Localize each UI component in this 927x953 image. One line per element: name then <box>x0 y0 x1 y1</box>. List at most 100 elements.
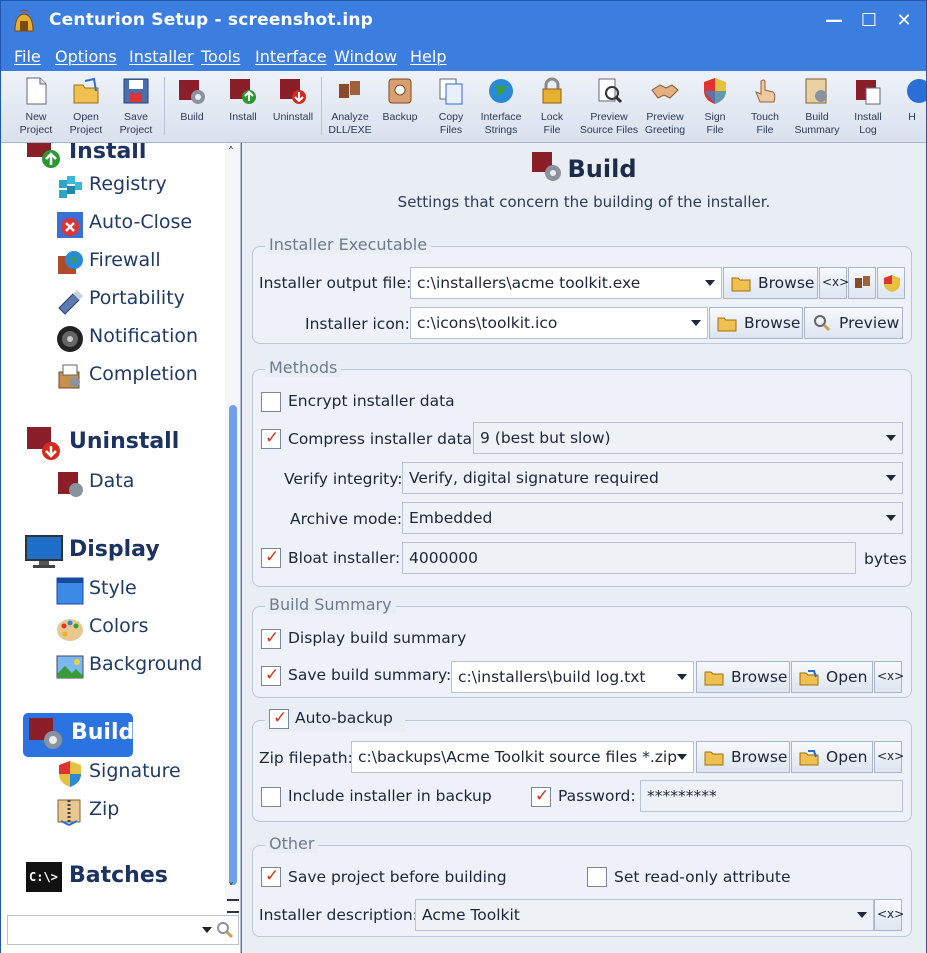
chevron-down-icon[interactable] <box>886 475 896 481</box>
auto-backup-checkbox[interactable]: ✓ <box>269 708 289 729</box>
group-installer-executable: Installer Executable Installer output fi… <box>252 235 912 344</box>
toolbar-uninstall[interactable]: Uninstall <box>267 74 319 140</box>
menu-installer[interactable]: Installer <box>129 47 194 66</box>
toolbar-backup[interactable]: Backup <box>374 74 426 140</box>
toolbar-preview-source[interactable]: Preview Source Files <box>578 74 640 140</box>
output-variable-button[interactable]: <x> <box>819 267 849 299</box>
compress-checkbox[interactable]: ✓ <box>261 428 281 449</box>
combo-value: Embedded <box>409 509 493 527</box>
search-icon[interactable] <box>216 921 234 939</box>
toolbar-build-summary[interactable]: Build Summary <box>791 74 843 140</box>
save-project-checkbox[interactable]: ✓ <box>261 866 281 887</box>
save-summary-checkbox[interactable]: ✓ <box>261 665 281 686</box>
maximize-button[interactable]: ☐ <box>854 7 884 37</box>
menu-options[interactable]: Options <box>55 47 117 66</box>
description-label: Installer description: <box>259 906 418 924</box>
password-input[interactable]: ********* <box>640 780 903 812</box>
folder-icon <box>704 751 724 766</box>
chevron-down-icon[interactable] <box>886 515 896 521</box>
toolbar-sign-file[interactable]: Sign File <box>689 74 741 140</box>
sidebar-head-label: Batches <box>69 863 168 888</box>
zip-browse-button[interactable]: Browse <box>696 741 790 773</box>
zip-variable-button[interactable]: <x> <box>874 741 904 773</box>
folder-icon <box>717 317 737 332</box>
toolbar-open-project[interactable]: Open Project <box>60 74 112 140</box>
summary-browse-button[interactable]: Browse <box>696 661 790 693</box>
include-installer-checkbox[interactable] <box>261 787 281 807</box>
icon-preview-button[interactable]: Preview <box>804 307 903 339</box>
menu-file[interactable]: File <box>14 47 41 66</box>
chevron-down-icon[interactable] <box>202 927 212 933</box>
open-folder-icon <box>799 750 819 766</box>
summary-open-button[interactable]: Open <box>791 661 873 693</box>
description-combo[interactable]: Acme Toolkit <box>415 899 874 931</box>
password-checkbox[interactable]: ✓ <box>531 786 551 807</box>
combo-value: c:\installers\build log.txt <box>458 668 646 686</box>
summary-path-combo[interactable]: c:\installers\build log.txt <box>451 661 694 693</box>
save-project-label: Save project before building <box>288 868 507 886</box>
summary-variable-button[interactable]: <x> <box>874 661 904 693</box>
toolbar-preview-greeting[interactable]: Preview Greeting <box>639 74 691 140</box>
data-icon <box>58 472 83 497</box>
scroll-down-icon[interactable]: ˅ <box>228 881 234 895</box>
toolbar: New Project Open Project Save Project Bu… <box>1 71 926 143</box>
bloat-label: Bloat installer: <box>288 549 401 567</box>
menu-interface[interactable]: Interface <box>255 47 327 66</box>
icon-browse-button[interactable]: Browse <box>709 307 803 339</box>
toolbar-copy-files[interactable]: Copy Files <box>425 74 477 140</box>
compression-level-combo[interactable]: 9 (best but slow) <box>473 422 903 454</box>
zip-filepath-combo[interactable]: c:\backups\Acme Toolkit source files *.z… <box>351 741 694 773</box>
sidebar-scrollbar[interactable]: ˄ ˅ <box>225 143 240 913</box>
toolbar-install[interactable]: Install <box>217 74 269 140</box>
checkmark-icon: ✓ <box>535 786 550 806</box>
splitter-grip-icon[interactable] <box>227 899 239 913</box>
toolbar-new-project[interactable]: New Project <box>10 74 62 140</box>
output-browse-button[interactable]: Browse <box>723 267 818 299</box>
toolbar-lock-file[interactable]: Lock File <box>526 74 578 140</box>
checkmark-icon: ✓ <box>265 866 280 886</box>
build-icon <box>532 152 562 181</box>
chevron-down-icon[interactable] <box>886 435 896 441</box>
minimize-button[interactable]: — <box>819 7 849 37</box>
toolbar-save-project[interactable]: Save Project <box>110 74 162 140</box>
combo-value: c:\backups\Acme Toolkit source files *.z… <box>358 748 678 766</box>
display-summary-checkbox[interactable]: ✓ <box>261 628 281 649</box>
bloat-input[interactable]: 4000000 <box>402 542 856 574</box>
readonly-checkbox[interactable] <box>587 867 607 887</box>
preview-source-icon <box>598 78 623 104</box>
scroll-up-icon[interactable]: ˄ <box>228 145 234 159</box>
verify-combo[interactable]: Verify, digital signature required <box>402 462 903 494</box>
sidebar-search-box[interactable] <box>7 915 239 945</box>
output-sign-button[interactable] <box>877 267 905 299</box>
chevron-down-icon[interactable] <box>857 912 867 918</box>
menu-help[interactable]: Help <box>410 47 446 66</box>
toolbar-help[interactable]: H <box>897 74 926 140</box>
touch-icon <box>755 79 776 103</box>
toolbar-install-log[interactable]: Install Log <box>842 74 894 140</box>
menu-window[interactable]: Window <box>334 47 397 66</box>
bytes-label: bytes <box>864 550 907 568</box>
zip-open-button[interactable]: Open <box>791 741 873 773</box>
scrollbar-thumb[interactable] <box>229 405 237 885</box>
bloat-checkbox[interactable]: ✓ <box>261 547 281 568</box>
chevron-down-icon[interactable] <box>677 674 687 680</box>
chevron-down-icon[interactable] <box>691 320 701 326</box>
menu-tools[interactable]: Tools <box>201 47 240 66</box>
checkmark-icon: ✓ <box>265 428 280 448</box>
chevron-down-icon[interactable] <box>705 280 715 286</box>
output-file-combo[interactable]: c:\installers\acme toolkit.exe <box>410 267 722 299</box>
archive-mode-combo[interactable]: Embedded <box>402 502 903 534</box>
toolbar-build[interactable]: Build <box>166 74 218 140</box>
sidebar-item-label: Signature <box>89 760 181 782</box>
output-analyze-button[interactable] <box>848 267 876 299</box>
chevron-down-icon[interactable] <box>677 754 687 760</box>
toolbar-analyze[interactable]: Analyze DLL/EXE <box>324 74 376 140</box>
toolbar-touch-file[interactable]: Touch File <box>739 74 791 140</box>
installer-icon-combo[interactable]: c:\icons\toolkit.ico <box>410 307 708 339</box>
toolbar-label: Analyze DLL/EXE <box>328 111 372 136</box>
description-variable-button[interactable]: <x> <box>874 899 904 931</box>
combo-value: c:\installers\acme toolkit.exe <box>417 274 641 292</box>
close-button[interactable]: ✕ <box>889 7 919 37</box>
encrypt-checkbox[interactable] <box>261 392 281 412</box>
toolbar-interface-strings[interactable]: Interface Strings <box>475 74 527 140</box>
